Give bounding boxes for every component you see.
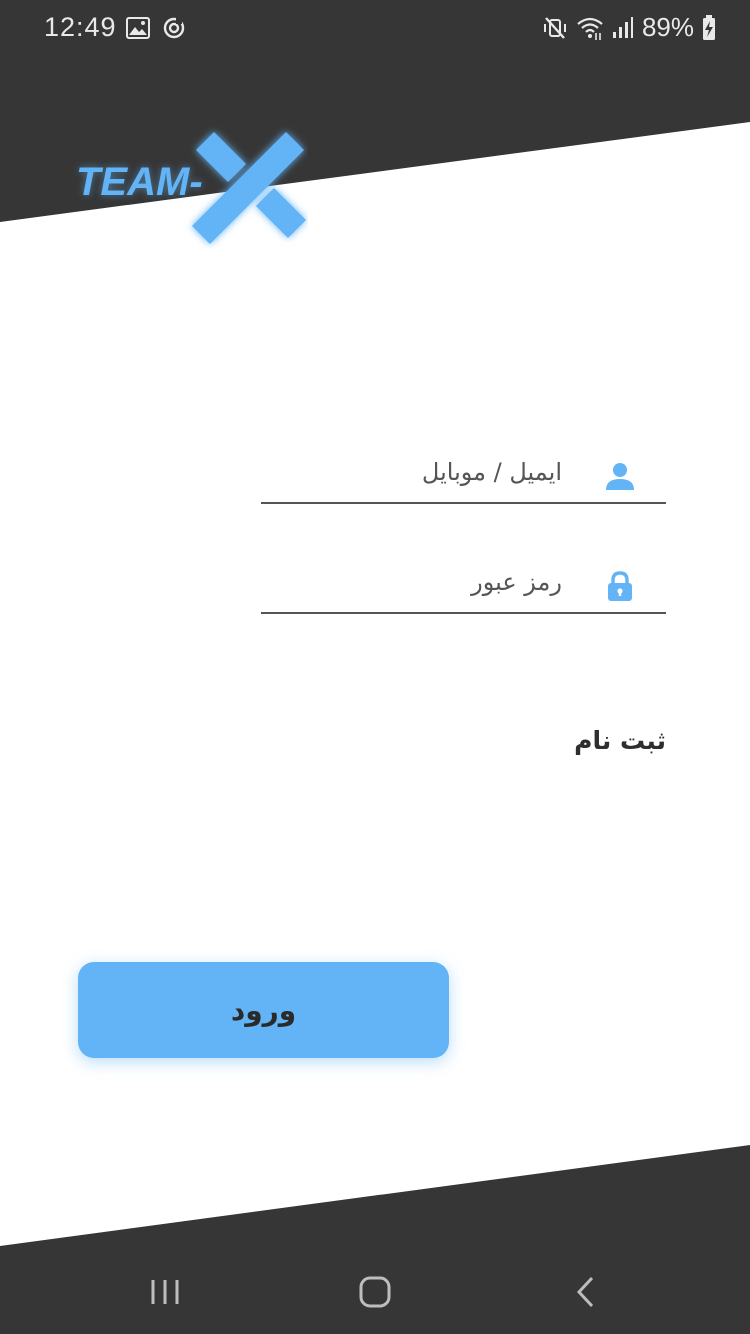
recents-icon[interactable] xyxy=(145,1272,185,1312)
team-x-logo: TEAM- xyxy=(76,126,316,250)
lock-icon xyxy=(608,571,632,601)
status-time: 12:49 xyxy=(44,12,117,42)
email-input[interactable] xyxy=(272,452,562,492)
password-field xyxy=(261,562,666,614)
email-field xyxy=(261,452,666,504)
status-left-icons xyxy=(126,16,186,40)
signal-icon xyxy=(612,16,633,38)
login-button[interactable]: ورود xyxy=(78,962,449,1058)
back-icon[interactable] xyxy=(566,1272,606,1312)
register-link[interactable]: ثبت نام xyxy=(574,726,666,755)
image-icon xyxy=(126,17,150,39)
home-icon[interactable] xyxy=(355,1272,395,1312)
battery-charging-icon xyxy=(703,14,715,40)
sync-icon xyxy=(163,17,185,39)
status-right: 89% xyxy=(542,12,716,43)
status-bar: 12:49 89% xyxy=(0,0,750,58)
wifi-icon xyxy=(577,17,603,40)
battery-percent: 89% xyxy=(641,12,694,42)
mute-vibrate-icon xyxy=(543,16,566,39)
x-mark-icon xyxy=(192,132,306,244)
password-input[interactable] xyxy=(272,562,562,602)
navigation-bar xyxy=(0,1250,750,1334)
user-icon xyxy=(606,463,634,490)
